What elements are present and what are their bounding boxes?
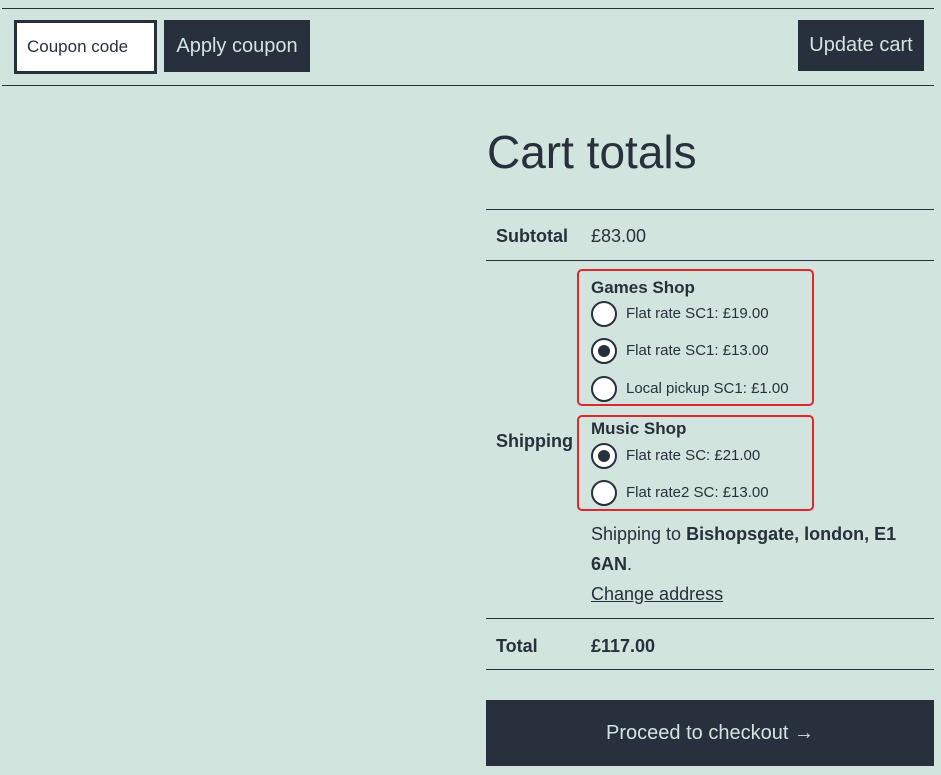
cart-totals-title: Cart totals [487, 126, 697, 178]
shipping-suffix: . [627, 554, 633, 574]
shipping-option-label: Flat rate2 SC: £13.00 [626, 484, 769, 501]
totals-divider-bottom [486, 669, 934, 670]
shipping-option-games-flat-19[interactable]: Flat rate SC1: £19.00 [591, 301, 769, 327]
shipping-label: Shipping [496, 431, 573, 451]
shipping-option-games-flat-13[interactable]: Flat rate SC1: £13.00 [591, 338, 769, 364]
radio-button[interactable] [591, 338, 617, 364]
total-label: Total [496, 636, 538, 656]
shipping-option-games-pickup[interactable]: Local pickup SC1: £1.00 [591, 376, 789, 402]
update-cart-button[interactable]: Update cart [798, 20, 924, 71]
radio-button[interactable] [591, 376, 617, 402]
cart-page: Apply coupon Update cart Cart totals Sub… [0, 0, 941, 775]
total-value: £117.00 [591, 636, 656, 656]
radio-button[interactable] [591, 301, 617, 327]
music-shop-name: Music Shop [591, 419, 687, 438]
totals-divider-top [486, 209, 934, 210]
shipping-divider [486, 618, 934, 619]
shipping-option-label: Flat rate SC1: £19.00 [626, 305, 769, 322]
shipping-option-music-flat-21[interactable]: Flat rate SC: £21.00 [591, 443, 760, 469]
subtotal-divider [486, 260, 934, 261]
apply-coupon-button[interactable]: Apply coupon [164, 20, 310, 72]
subtotal-value: £83.00 [591, 226, 647, 246]
radio-button[interactable] [591, 480, 617, 506]
coupon-code-input[interactable] [14, 20, 157, 74]
shipping-prefix: Shipping to [591, 524, 682, 544]
coupon-divider [2, 85, 934, 86]
subtotal-label: Subtotal [496, 226, 568, 246]
shipping-destination: Shipping to Bishopsgate, london, E1 6AN. [591, 519, 911, 579]
shipping-option-label: Local pickup SC1: £1.00 [626, 380, 789, 397]
proceed-to-checkout-button[interactable]: Proceed to checkout → [486, 700, 934, 766]
shipping-option-music-flat2-13[interactable]: Flat rate2 SC: £13.00 [591, 480, 769, 506]
shipping-option-label: Flat rate SC: £21.00 [626, 447, 761, 464]
change-address-link[interactable]: Change address [591, 582, 723, 606]
games-shop-name: Games Shop [591, 278, 695, 297]
top-divider [2, 8, 934, 9]
radio-button[interactable] [591, 443, 617, 469]
shipping-option-label: Flat rate SC1: £13.00 [626, 342, 769, 359]
